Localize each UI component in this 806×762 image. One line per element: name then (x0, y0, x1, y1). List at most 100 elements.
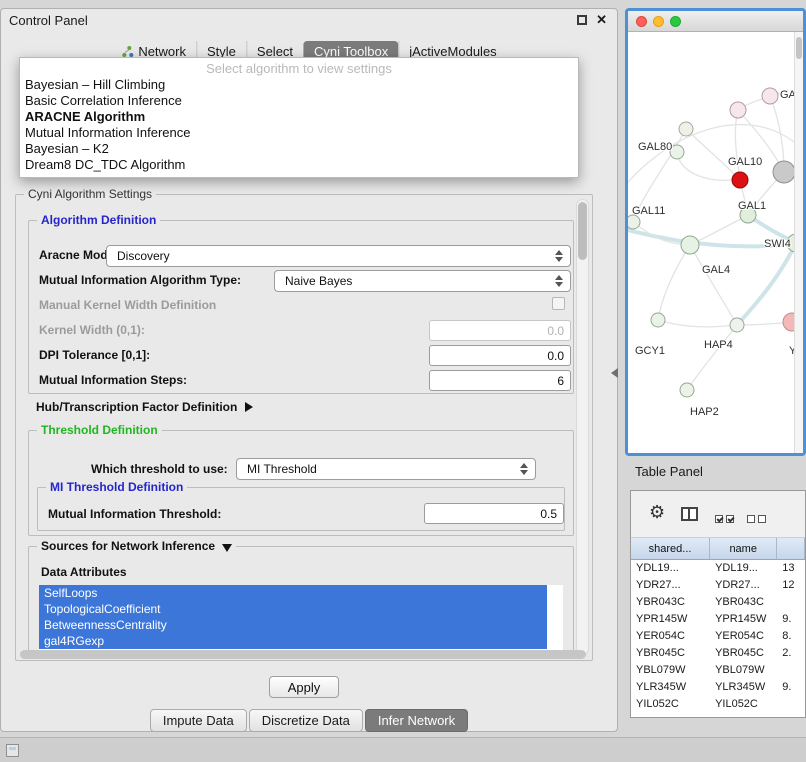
hub-definition-toggle[interactable]: Hub/Transcription Factor Definition (36, 400, 253, 414)
settings-vertical-scrollbar[interactable] (576, 199, 589, 655)
mi-type-combo[interactable]: Naive Bayes (274, 270, 571, 292)
network-node[interactable] (730, 318, 744, 332)
mi-threshold-label: Mutual Information Threshold: (48, 507, 221, 521)
kernel-width-label: Kernel Width (0,1): (39, 323, 145, 337)
mi-threshold-field[interactable] (424, 503, 564, 524)
float-window-icon[interactable] (577, 15, 587, 25)
panel-grid-icon[interactable] (6, 744, 19, 757)
cell: YBR045C (631, 645, 710, 662)
scrollbar-thumb[interactable] (20, 650, 586, 659)
table-row[interactable]: YIL052CYIL052C (631, 696, 805, 713)
table-panel-window: ⚙ shared...name YDL19...YDL19...13YDR27.… (630, 490, 806, 718)
network-node[interactable] (681, 236, 699, 254)
gear-icon[interactable]: ⚙ (649, 502, 665, 522)
column-header-col-2[interactable] (777, 538, 805, 559)
mi-steps-field[interactable] (429, 370, 571, 391)
network-node[interactable] (628, 215, 640, 229)
aracne-mode-combo[interactable]: Discovery (106, 245, 571, 267)
network-node[interactable] (732, 172, 748, 188)
tab-impute-data[interactable]: Impute Data (150, 709, 247, 732)
table-row[interactable]: YBL079WYBL079W (631, 662, 805, 679)
apply-button[interactable]: Apply (269, 676, 339, 698)
attribute-item-gal4rgexp[interactable]: gal4RGexp (39, 633, 547, 649)
mi-type-value: Naive Bayes (285, 274, 352, 288)
manual-kernel-label: Manual Kernel Width Definition (39, 298, 216, 312)
network-vertical-scrollbar[interactable] (794, 32, 803, 456)
mi-threshold-title: MI Threshold Definition (46, 480, 187, 494)
tab-discretize-data[interactable]: Discretize Data (249, 709, 363, 732)
network-graph[interactable]: GALGAL80GAL10GAL11GAL1SWI4GAL4GCY1HAP4HA… (628, 32, 794, 453)
cell: YBR045C (710, 645, 777, 662)
cell: YPR145W (631, 611, 710, 628)
combo-arrows-icon (555, 275, 564, 287)
network-node[interactable] (651, 313, 665, 327)
cell: YBL079W (631, 662, 710, 679)
algorithm-option-bayesian-k2[interactable]: Bayesian – K2 (20, 141, 578, 157)
clear-checks-icon[interactable] (747, 510, 769, 528)
node-label-gal10: GAL10 (728, 156, 762, 168)
threshold-definition-title: Threshold Definition (37, 423, 162, 437)
network-window-titlebar[interactable] (628, 11, 803, 32)
network-node[interactable] (762, 88, 778, 104)
table-header-row: shared...name (631, 538, 805, 560)
network-node[interactable] (679, 122, 693, 136)
table-row[interactable]: YBR045CYBR045C2. (631, 645, 805, 662)
attribute-item-betweennesscentrality[interactable]: BetweennessCentrality (39, 617, 547, 633)
kernel-width-field (429, 320, 571, 341)
cp-bottom-tab-bar: Impute DataDiscretize DataInfer Network (1, 709, 617, 732)
attribute-item-topologicalcoefficient[interactable]: TopologicalCoefficient (39, 601, 547, 617)
splitter-collapse-icon[interactable] (611, 368, 618, 378)
table-row[interactable]: YDL19...YDL19...13 (631, 560, 805, 577)
cell: YIL052C (710, 696, 777, 713)
node-label-gal80: GAL80 (638, 141, 672, 153)
algorithm-option-basic-correlation-inference[interactable]: Basic Correlation Inference (20, 93, 578, 109)
node-label-hap2: HAP2 (690, 406, 719, 418)
table-row[interactable]: YDR27...YDR27...12 (631, 577, 805, 594)
zoom-window-icon[interactable] (670, 16, 681, 27)
sources-title: Sources for Network Inference (37, 539, 236, 553)
expand-triangle-icon (245, 402, 253, 412)
close-window-icon[interactable] (636, 16, 647, 27)
column-header-shared[interactable]: shared... (631, 538, 710, 559)
combo-arrows-icon (520, 463, 529, 475)
cell (777, 594, 805, 611)
cell: YDL19... (710, 560, 777, 577)
network-node[interactable] (680, 383, 694, 397)
network-node[interactable] (730, 102, 746, 118)
algorithm-option-dream8-dc-tdc-algorithm[interactable]: Dream8 DC_TDC Algorithm (20, 157, 578, 173)
sources-title-text: Sources for Network Inference (41, 539, 215, 553)
select-checks-icon[interactable] (715, 510, 737, 528)
node-label-gcy1: GCY1 (635, 345, 665, 357)
table-row[interactable]: YER054CYER054C8. (631, 628, 805, 645)
network-edge (658, 320, 737, 327)
settings-horizontal-scrollbar[interactable] (20, 650, 586, 659)
mi-steps-label: Mutual Information Steps: (39, 373, 187, 387)
tab-infer-network[interactable]: Infer Network (365, 709, 468, 732)
control-panel-titlebar: Control Panel ✕ (1, 9, 617, 33)
algorithm-option-mutual-information-inference[interactable]: Mutual Information Inference (20, 125, 578, 141)
attribute-item-selfloops[interactable]: SelfLoops (39, 585, 547, 601)
dpi-tolerance-field[interactable] (429, 345, 571, 366)
scrollbar-thumb[interactable] (796, 37, 802, 59)
which-threshold-combo[interactable]: MI Threshold (236, 458, 536, 480)
close-panel-icon[interactable]: ✕ (596, 12, 607, 28)
table-row[interactable]: YLR345WYLR345W9. (631, 679, 805, 696)
column-header-name[interactable]: name (710, 538, 777, 559)
network-node[interactable] (783, 313, 794, 331)
algorithm-option-aracne-algorithm[interactable]: ARACNE Algorithm (20, 109, 578, 125)
data-attributes-label: Data Attributes (41, 565, 127, 579)
minimize-window-icon[interactable] (653, 16, 664, 27)
scrollbar-thumb[interactable] (578, 202, 587, 260)
algorithm-option-bayesian-hill-climbing[interactable]: Bayesian – Hill Climbing (20, 77, 578, 93)
manual-kernel-checkbox (552, 297, 565, 310)
columns-icon[interactable] (681, 507, 698, 521)
network-canvas[interactable]: GALGAL80GAL10GAL11GAL1SWI4GAL4GCY1HAP4HA… (628, 32, 803, 456)
table-row[interactable]: YBR043CYBR043C (631, 594, 805, 611)
table-row[interactable]: YPR145WYPR145W9. (631, 611, 805, 628)
data-attributes-list[interactable]: SelfLoopsTopologicalCoefficientBetweenne… (39, 585, 563, 655)
sources-group: Sources for Network Inference Data Attri… (28, 546, 574, 658)
collapse-triangle-icon[interactable] (222, 544, 232, 552)
cell: 2. (777, 645, 805, 662)
network-node[interactable] (773, 161, 794, 183)
network-edge (687, 325, 737, 390)
